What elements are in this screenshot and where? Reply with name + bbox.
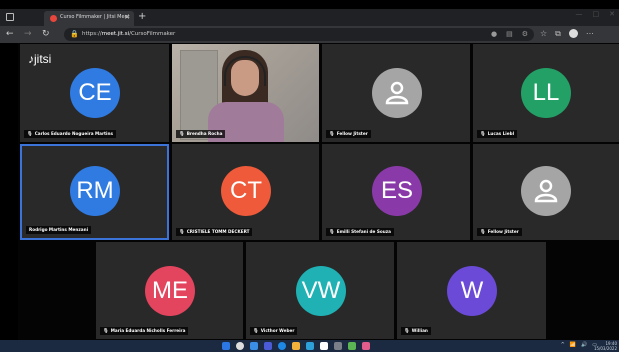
participant-name-label: 🎙 Willian bbox=[401, 327, 431, 335]
avatar: ES bbox=[372, 166, 422, 216]
extension-icon[interactable]: ⚙ bbox=[522, 30, 528, 38]
mic-muted-icon: 🎙 bbox=[480, 132, 486, 137]
chevron-up-icon[interactable]: ^ bbox=[561, 342, 565, 348]
tab-actions-icon[interactable] bbox=[6, 13, 14, 21]
back-arrow-icon[interactable]: ← bbox=[6, 28, 14, 40]
read-mode-icon[interactable]: ▤ bbox=[506, 30, 513, 38]
mic-muted-icon: 🎙 bbox=[179, 132, 185, 137]
mic-muted-icon: 🎙 bbox=[27, 132, 33, 137]
mic-muted-icon: 🎙 bbox=[480, 230, 486, 235]
participant-tile-brendha[interactable]: 🎙 Brendha Rocha bbox=[172, 44, 319, 142]
more-menu-icon[interactable]: ⋯ bbox=[586, 29, 594, 39]
system-tray: ^ 📶 🔊 ▭ bbox=[561, 342, 597, 348]
address-bar-icons: ● ▤ ⚙ bbox=[491, 30, 528, 38]
address-bar-row: ← → ↻ 🔒 https://meet.jit.si/CursoFilmmak… bbox=[0, 26, 619, 43]
volume-icon[interactable]: 🔊 bbox=[581, 342, 587, 348]
close-window-button[interactable]: ✕ bbox=[609, 10, 615, 18]
participant-tile-emilli[interactable]: ES 🎙 Emilli Stefani de Souza bbox=[322, 144, 470, 240]
address-bar[interactable]: 🔒 https://meet.jit.si/CursoFilmmaker ● ▤… bbox=[64, 28, 534, 41]
url-text[interactable]: https://meet.jit.si/CursoFilmmaker bbox=[82, 31, 175, 37]
mic-muted-icon: 🎙 bbox=[253, 329, 259, 334]
participant-tile-fellow-jitster-2[interactable]: 🎙 Fellow Jitster bbox=[473, 144, 619, 240]
maximize-button[interactable]: □ bbox=[593, 10, 600, 18]
video-feed bbox=[172, 44, 319, 142]
participant-tile-cristiele[interactable]: CT 🎙 CRISTIELE TOMM DECKERT bbox=[172, 144, 319, 240]
clock-date: 15/03/2022 bbox=[593, 346, 617, 351]
mic-muted-icon: 🎙 bbox=[329, 132, 335, 137]
participant-tile-carlos[interactable]: ♪jitsi CE 🎙 Carlos Eduardo Nogueira Marti… bbox=[20, 44, 169, 142]
store-icon[interactable] bbox=[306, 342, 314, 350]
participant-tile-lucas[interactable]: LL 🎙 Lucas Liebl bbox=[473, 44, 619, 142]
mic-muted-icon: 🎙 bbox=[179, 230, 185, 235]
participant-name-label: Rodrigo Martins Menzani bbox=[26, 226, 92, 234]
participant-tile-willian[interactable]: W 🎙 Willian bbox=[397, 242, 546, 339]
windows-taskbar: ^ 📶 🔊 ▭ 19:40 15/03/2022 bbox=[0, 340, 619, 352]
browser-window: Curso Filmmaker | Jitsi Meet × + — □ ✕ ←… bbox=[0, 0, 619, 352]
generic-user-icon bbox=[521, 166, 571, 216]
checkmark-app-icon[interactable] bbox=[348, 342, 356, 350]
edge-browser-icon[interactable] bbox=[278, 342, 286, 350]
participant-name-label: 🎙 Lucas Liebl bbox=[477, 130, 518, 138]
avatar: RM bbox=[70, 166, 120, 216]
participant-tile-rodrigo[interactable]: RM Rodrigo Martins Menzani bbox=[20, 144, 169, 240]
participant-tile-victhor[interactable]: VW 🎙 Victhor Weber bbox=[246, 242, 394, 339]
reload-icon[interactable]: ↻ bbox=[42, 28, 50, 40]
mic-muted-icon: 🎙 bbox=[329, 230, 335, 235]
avatar: CT bbox=[221, 166, 271, 216]
participant-name-label: 🎙 Emilli Stefani de Souza bbox=[326, 228, 394, 236]
participant-tile-maria[interactable]: ME 🎙 Maria Eduarda Nicholls Ferreira bbox=[96, 242, 243, 339]
jitsi-logo: ♪jitsi bbox=[28, 52, 52, 66]
participant-name-label: 🎙 Carlos Eduardo Nogueira Martins bbox=[24, 130, 116, 138]
favorites-icon[interactable]: ☆ bbox=[540, 29, 547, 39]
video-headset bbox=[224, 56, 266, 86]
windows-start-icon[interactable] bbox=[222, 342, 230, 350]
meeting-grid: ♪jitsi CE 🎙 Carlos Eduardo Nogueira Marti… bbox=[18, 43, 619, 340]
new-tab-button[interactable]: + bbox=[138, 12, 146, 22]
generic-user-icon bbox=[372, 68, 422, 118]
participant-name-label: 🎙 Fellow Jitster bbox=[477, 228, 522, 236]
mic-muted-icon: 🎙 bbox=[404, 329, 410, 334]
avatar: W bbox=[447, 266, 497, 316]
browser-tab[interactable]: Curso Filmmaker | Jitsi Meet × bbox=[44, 11, 134, 26]
search-icon[interactable] bbox=[236, 342, 244, 350]
settings-icon[interactable] bbox=[334, 342, 342, 350]
participant-name-label: 🎙 Fellow Jitster bbox=[326, 130, 371, 138]
app-icon[interactable] bbox=[320, 342, 328, 350]
participant-name-label: 🎙 Brendha Rocha bbox=[176, 130, 226, 138]
tab-favicon-icon bbox=[50, 15, 57, 22]
photo-app-icon[interactable] bbox=[362, 342, 370, 350]
network-icon[interactable]: 📶 bbox=[570, 342, 576, 348]
lock-icon[interactable]: 🔒 bbox=[70, 30, 79, 38]
minimize-button[interactable]: — bbox=[576, 10, 583, 18]
tab-title: Curso Filmmaker | Jitsi Meet bbox=[60, 14, 130, 20]
window-controls: — □ ✕ bbox=[576, 10, 616, 18]
mic-muted-icon: 🎙 bbox=[103, 329, 109, 334]
participant-name-label: 🎙 CRISTIELE TOMM DECKERT bbox=[176, 228, 253, 236]
participant-name-label: 🎙 Victhor Weber bbox=[250, 327, 298, 335]
tab-strip: Curso Filmmaker | Jitsi Meet × + — □ ✕ bbox=[0, 9, 619, 26]
system-clock[interactable]: 19:40 15/03/2022 bbox=[594, 341, 617, 351]
profile-avatar[interactable] bbox=[568, 29, 578, 38]
avatar: VW bbox=[296, 266, 346, 316]
camera-permission-icon[interactable]: ● bbox=[491, 30, 497, 38]
widgets-icon[interactable] bbox=[264, 342, 272, 350]
file-explorer-icon[interactable] bbox=[292, 342, 300, 350]
forward-arrow-icon[interactable]: → bbox=[24, 28, 32, 40]
collections-icon[interactable]: ⧉ bbox=[555, 29, 561, 39]
avatar: CE bbox=[70, 68, 120, 118]
participant-tile-fellow-jitster-1[interactable]: 🎙 Fellow Jitster bbox=[322, 44, 470, 142]
participant-name-label: 🎙 Maria Eduarda Nicholls Ferreira bbox=[100, 327, 189, 335]
taskbar-apps bbox=[222, 342, 370, 350]
tab-close-icon[interactable]: × bbox=[124, 13, 130, 21]
avatar: ME bbox=[145, 266, 195, 316]
avatar: LL bbox=[521, 68, 571, 118]
task-view-icon[interactable] bbox=[250, 342, 258, 350]
toolbar-icons: ☆ ⧉ ⋯ bbox=[540, 29, 594, 39]
